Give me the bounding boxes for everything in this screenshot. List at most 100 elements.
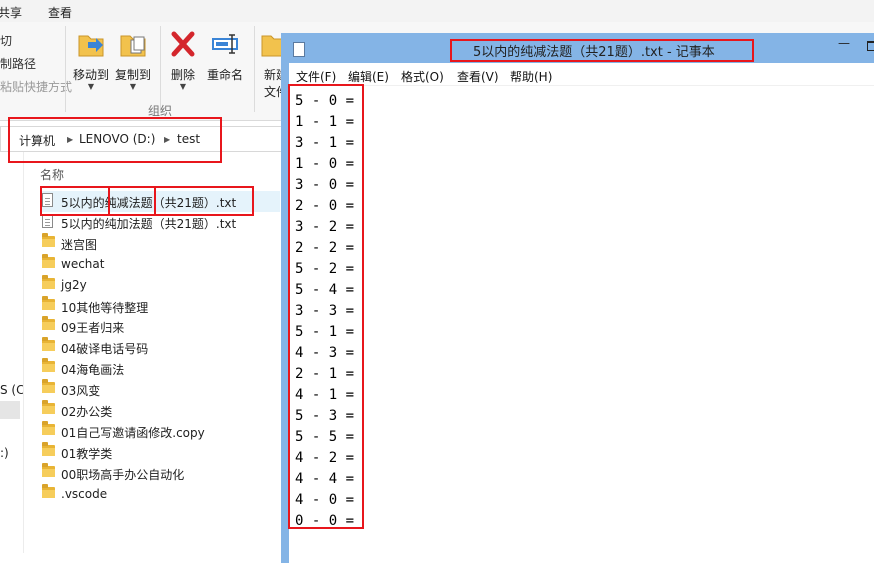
folder-icon bbox=[42, 379, 55, 394]
file-row[interactable]: 5以内的纯加法题（共21题）.txt bbox=[40, 212, 280, 233]
text-line: 0 - 0 = bbox=[295, 513, 355, 529]
delete-icon bbox=[171, 31, 195, 57]
menu-bar: 文件(F) 编辑(E) 格式(O) 查看(V) 帮助(H) bbox=[289, 63, 874, 86]
file-name: 00职场高手办公自动化 bbox=[61, 467, 185, 482]
file-row[interactable]: 01教学类 bbox=[40, 441, 280, 463]
text-editor-area[interactable]: 5 - 0 = 1 - 1 = 3 - 1 = 1 - 0 = 3 - 0 = 2 - 0… bbox=[295, 91, 354, 532]
file-name: 01教学类 bbox=[61, 446, 113, 461]
file-name: 10其他等待整理 bbox=[61, 300, 149, 315]
ribbon-separator bbox=[65, 26, 66, 112]
file-name: 迷宫图 bbox=[61, 237, 98, 252]
folder-icon bbox=[42, 232, 55, 247]
chevron-down-icon: ▼ bbox=[179, 82, 187, 91]
file-name: .vscode bbox=[61, 486, 108, 501]
text-line: 2 - 1 = bbox=[295, 366, 355, 382]
address-bar[interactable]: 计算机 ▶ LENOVO (D:) ▶ test bbox=[0, 126, 302, 152]
file-row[interactable]: 02办公类 bbox=[40, 400, 280, 421]
cut-button[interactable]: 切 bbox=[0, 32, 12, 49]
folder-icon bbox=[42, 400, 55, 414]
menu-help[interactable]: 帮助(H) bbox=[510, 68, 552, 85]
file-name: 03风变 bbox=[61, 384, 101, 399]
file-row[interactable]: wechat bbox=[40, 253, 280, 275]
file-name: 01自己写邀请函修改.copy bbox=[61, 425, 205, 440]
nav-item-drive-c[interactable]: S (C bbox=[0, 383, 25, 397]
file-row[interactable]: 04破译电话号码 bbox=[40, 337, 280, 358]
chevron-down-icon: ▼ bbox=[129, 82, 137, 91]
folder-icon bbox=[42, 337, 55, 352]
file-name: 04破译电话号码 bbox=[61, 342, 149, 357]
text-line: 5 - 0 = bbox=[295, 93, 355, 109]
text-line: 4 - 3 = bbox=[295, 345, 355, 361]
navigation-pane bbox=[0, 155, 22, 553]
text-line: 3 - 2 = bbox=[295, 219, 355, 235]
text-line: 3 - 3 = bbox=[295, 303, 355, 319]
copy-path-button[interactable]: 制路径 bbox=[0, 55, 36, 72]
breadcrumb-computer[interactable]: 计算机 bbox=[19, 132, 55, 149]
new-folder-button[interactable]: 新建 文件 bbox=[254, 28, 288, 100]
folder-icon bbox=[42, 441, 55, 456]
breadcrumb-folder[interactable]: test bbox=[177, 132, 200, 146]
chevron-right-icon[interactable]: ▶ bbox=[164, 135, 170, 144]
tab-share[interactable]: 共享 bbox=[0, 4, 22, 21]
file-row[interactable]: 03风变 bbox=[40, 379, 280, 400]
minimize-icon[interactable]: — bbox=[838, 36, 850, 50]
text-line: 4 - 0 = bbox=[295, 492, 355, 508]
folder-icon bbox=[42, 462, 55, 477]
folder-icon bbox=[42, 316, 55, 331]
file-row[interactable]: 迷宫图 bbox=[40, 232, 280, 254]
text-line: 4 - 4 = bbox=[295, 471, 355, 487]
notepad-window: 5以内的纯减法题（共21题）.txt - 记事本 — 文件(F) 编辑(E) 格… bbox=[281, 33, 874, 563]
notepad-title-bar[interactable]: 5以内的纯减法题（共21题）.txt - 记事本 — bbox=[281, 33, 874, 63]
file-name: jg2y bbox=[61, 277, 87, 292]
menu-view[interactable]: 查看(V) bbox=[457, 68, 499, 85]
file-row[interactable]: 10其他等待整理 bbox=[40, 295, 280, 317]
menu-edit[interactable]: 编辑(E) bbox=[348, 68, 389, 85]
text-line: 3 - 1 = bbox=[295, 135, 355, 151]
copy-to-button[interactable]: 复制到 ▼ bbox=[110, 28, 156, 91]
file-name: 02办公类 bbox=[61, 405, 113, 419]
tab-view[interactable]: 查看 bbox=[48, 4, 72, 21]
file-row[interactable]: 5以内的纯减法题（共21题）.txt bbox=[40, 191, 280, 212]
folder-icon bbox=[42, 483, 55, 498]
file-name: 04海龟画法 bbox=[61, 363, 125, 378]
breadcrumb-drive[interactable]: LENOVO (D:) bbox=[79, 132, 155, 146]
delete-button[interactable]: 删除 ▼ bbox=[160, 28, 206, 91]
file-row[interactable]: 04海龟画法 bbox=[40, 358, 280, 379]
folder-icon bbox=[42, 420, 55, 435]
nav-selection bbox=[0, 401, 20, 419]
text-line: 4 - 2 = bbox=[295, 450, 355, 466]
paste-shortcut-button[interactable]: 粘贴快捷方式 bbox=[0, 78, 72, 95]
folder-icon bbox=[42, 358, 55, 373]
file-row[interactable]: .vscode bbox=[40, 483, 280, 505]
file-name: 5以内的纯减法题（共21题）.txt bbox=[61, 196, 237, 210]
text-line: 4 - 1 = bbox=[295, 387, 355, 403]
chevron-right-icon[interactable]: ▶ bbox=[67, 135, 73, 144]
file-row[interactable]: jg2y bbox=[40, 274, 280, 296]
notepad-icon bbox=[293, 42, 305, 57]
file-name: 09王者归来 bbox=[61, 321, 125, 336]
file-row[interactable]: 09王者归来 bbox=[40, 316, 280, 337]
text-file-icon bbox=[42, 193, 53, 208]
text-line: 2 - 0 = bbox=[295, 198, 355, 214]
file-name: 5以内的纯加法题（共21题）.txt bbox=[61, 216, 237, 231]
column-header-name[interactable]: 名称 bbox=[40, 166, 64, 183]
folder-icon bbox=[42, 274, 55, 289]
text-line: 5 - 3 = bbox=[295, 408, 355, 424]
move-to-icon bbox=[78, 35, 104, 57]
text-line: 5 - 1 = bbox=[295, 324, 355, 340]
folder-icon bbox=[42, 295, 55, 310]
text-line: 1 - 0 = bbox=[295, 156, 355, 172]
text-line: 5 - 5 = bbox=[295, 429, 355, 445]
pane-divider[interactable] bbox=[23, 152, 24, 553]
rename-button[interactable]: 重命名 bbox=[202, 28, 248, 83]
menu-format[interactable]: 格式(O) bbox=[401, 68, 444, 85]
text-line: 5 - 2 = bbox=[295, 261, 355, 277]
menu-file[interactable]: 文件(F) bbox=[296, 68, 336, 85]
file-row[interactable]: 00职场高手办公自动化 bbox=[40, 462, 280, 484]
nav-item-drive[interactable]: :) bbox=[0, 446, 9, 460]
file-row[interactable]: 01自己写邀请函修改.copy bbox=[40, 420, 280, 442]
maximize-icon[interactable] bbox=[867, 41, 874, 51]
file-name: wechat bbox=[61, 256, 105, 271]
move-to-button[interactable]: 移动到 ▼ bbox=[68, 28, 114, 91]
text-file-icon bbox=[42, 213, 53, 229]
